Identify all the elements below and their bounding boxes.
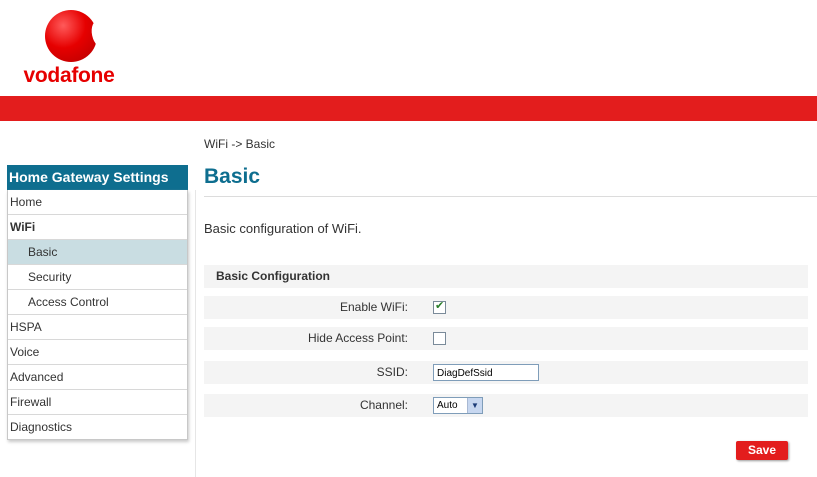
sidebar-item-diagnostics[interactable]: Diagnostics <box>8 414 187 439</box>
sidebar-item-basic[interactable]: Basic <box>8 239 187 264</box>
sidebar-title: Home Gateway Settings <box>7 165 188 190</box>
hide-ap-row: Hide Access Point: <box>204 327 808 350</box>
sidebar: Home Gateway Settings Home WiFi Basic Se… <box>7 165 188 440</box>
vodafone-logo[interactable]: vodafone <box>14 10 124 88</box>
sidebar-item-hspa[interactable]: HSPA <box>8 314 187 339</box>
sidebar-item-advanced[interactable]: Advanced <box>8 364 187 389</box>
breadcrumb: WiFi -> Basic <box>204 137 276 151</box>
enable-wifi-row: Enable WiFi: ✔ <box>204 296 808 319</box>
sidebar-item-security[interactable]: Security <box>8 264 187 289</box>
page-description: Basic configuration of WiFi. <box>204 221 362 236</box>
sidebar-item-wifi[interactable]: WiFi <box>8 214 187 239</box>
channel-value: Auto <box>437 400 458 411</box>
sidebar-item-firewall[interactable]: Firewall <box>8 389 187 414</box>
sidebar-item-voice[interactable]: Voice <box>8 339 187 364</box>
enable-wifi-label: Enable WiFi: <box>339 300 408 314</box>
vodafone-speechmark-icon <box>45 10 117 62</box>
hide-ap-checkbox[interactable] <box>433 332 446 345</box>
save-button[interactable]: Save <box>736 441 788 460</box>
checkmark-icon: ✔ <box>435 300 445 312</box>
channel-label: Channel: <box>359 398 408 412</box>
header-red-bar <box>0 96 817 121</box>
hide-ap-label: Hide Access Point: <box>307 331 408 345</box>
ssid-row: SSID: DiagDefSsid <box>204 361 808 384</box>
enable-wifi-checkbox[interactable]: ✔ <box>433 300 446 314</box>
sidebar-menu: Home WiFi Basic Security Access Control … <box>7 190 188 440</box>
channel-row: Channel: Auto ▼ <box>204 394 808 417</box>
page-title: Basic <box>204 165 261 188</box>
sidebar-item-access-control[interactable]: Access Control <box>8 289 187 314</box>
ssid-input[interactable]: DiagDefSsid <box>433 364 539 381</box>
section-header: Basic Configuration <box>204 265 808 288</box>
logo-text: vodafone <box>23 64 115 87</box>
ssid-label: SSID: <box>376 365 408 379</box>
chevron-down-icon[interactable]: ▼ <box>467 398 482 413</box>
sidebar-item-home[interactable]: Home <box>8 190 187 214</box>
content-divider <box>195 190 196 477</box>
channel-select[interactable]: Auto ▼ <box>433 397 483 414</box>
header: vodafone <box>0 0 817 96</box>
title-divider <box>204 196 817 197</box>
